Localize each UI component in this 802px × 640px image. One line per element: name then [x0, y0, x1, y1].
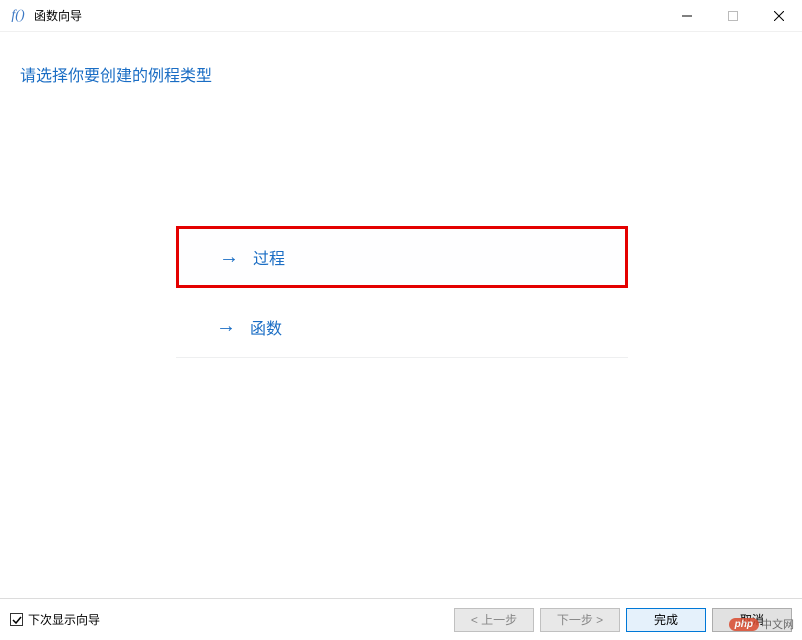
option-function[interactable]: → 函数: [176, 296, 628, 358]
checkmark-icon: [12, 615, 22, 625]
app-icon: f(): [8, 6, 28, 26]
minimize-button[interactable]: [664, 0, 710, 31]
wizard-buttons: < 上一步 下一步 > 完成 取消: [454, 608, 792, 632]
maximize-button: [710, 0, 756, 31]
option-procedure[interactable]: → 过程: [176, 226, 628, 288]
finish-button[interactable]: 完成: [626, 608, 706, 632]
arrow-icon: →: [219, 246, 239, 269]
close-icon: [774, 11, 784, 21]
footer: 下次显示向导 < 上一步 下一步 > 完成 取消: [0, 598, 802, 640]
content-area: 请选择你要创建的例程类型 → 过程 → 函数: [0, 32, 802, 598]
cancel-button[interactable]: 取消: [712, 608, 792, 632]
option-label: 过程: [253, 245, 285, 269]
app-icon-text: f(): [11, 8, 24, 24]
checkbox-label: 下次显示向导: [28, 611, 100, 628]
titlebar: f() 函数向导: [0, 0, 802, 32]
arrow-icon: →: [216, 315, 236, 338]
options-list: → 过程 → 函数: [176, 226, 628, 358]
show-next-time-checkbox[interactable]: [10, 613, 23, 626]
prompt-text: 请选择你要创建的例程类型: [20, 62, 782, 86]
window-title: 函数向导: [34, 7, 664, 24]
next-button: 下一步 >: [540, 608, 620, 632]
window-controls: [664, 0, 802, 31]
prev-button: < 上一步: [454, 608, 534, 632]
maximize-icon: [728, 11, 738, 21]
minimize-icon: [682, 11, 692, 21]
close-button[interactable]: [756, 0, 802, 31]
option-label: 函数: [250, 315, 282, 339]
show-next-time-wrap: 下次显示向导: [10, 611, 454, 628]
